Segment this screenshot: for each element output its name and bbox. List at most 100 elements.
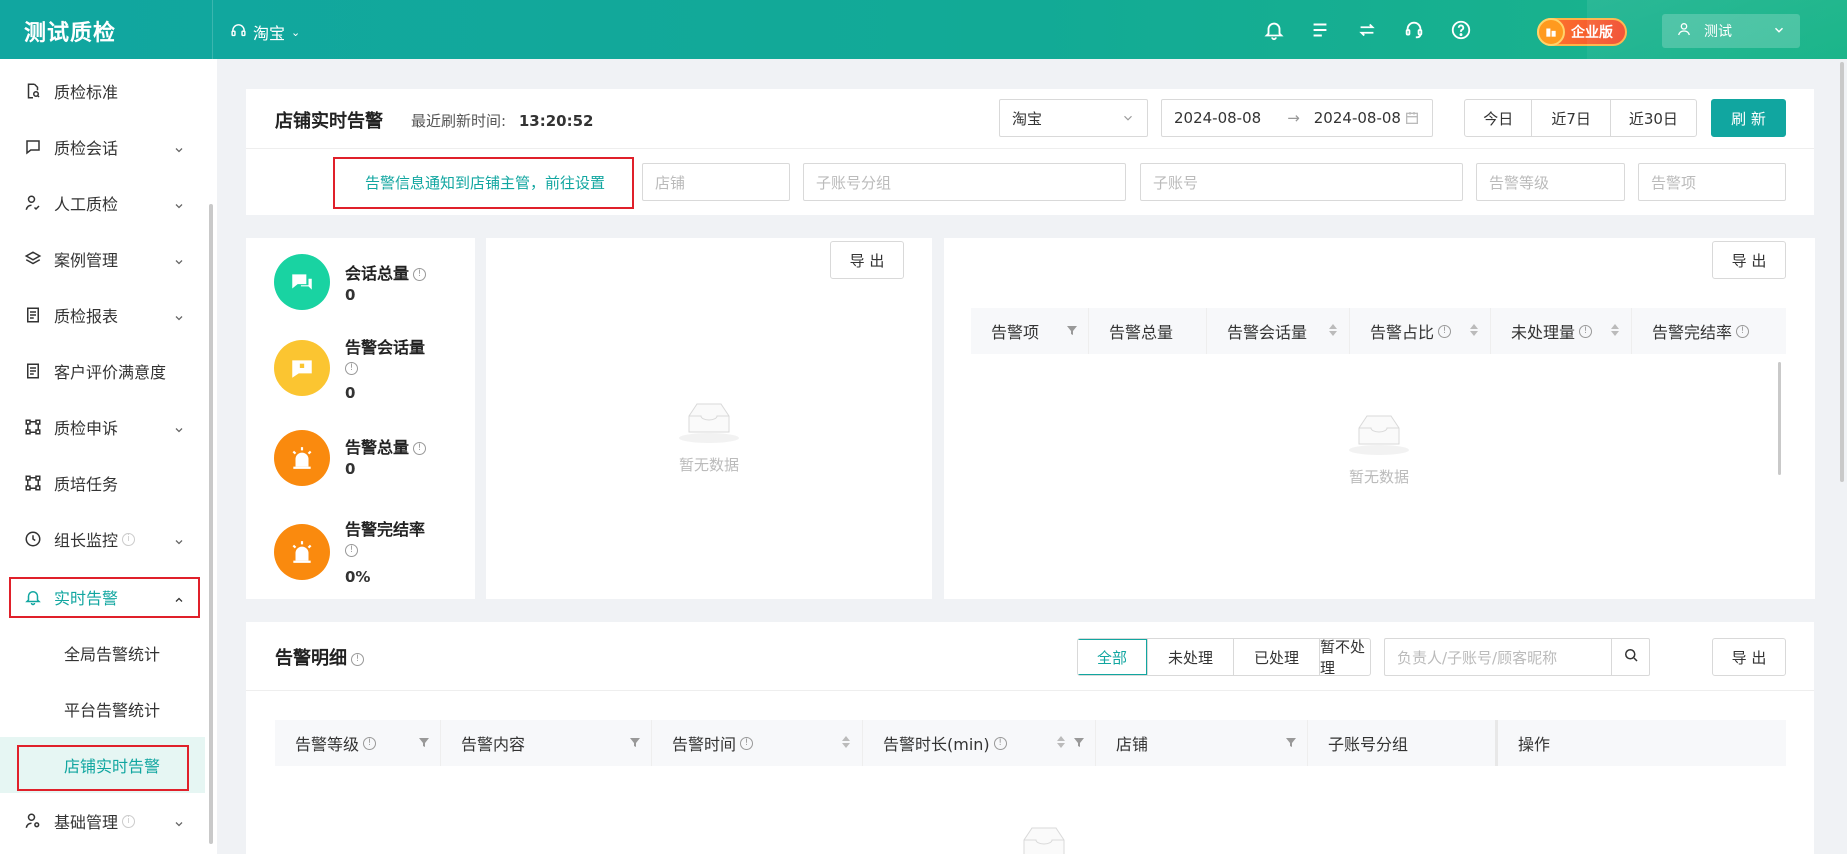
- date-start: 2024-08-08: [1174, 109, 1262, 127]
- info-icon: !: [351, 652, 364, 666]
- switch-icon[interactable]: [1356, 19, 1378, 41]
- sidebar-item-appeal[interactable]: 质检申诉: [0, 399, 205, 455]
- col-label: 子账号分组: [1328, 735, 1409, 754]
- sidebar-sub-global-alert[interactable]: 全局告警统计: [0, 625, 205, 681]
- col-label: 告警会话量: [1227, 323, 1308, 342]
- user-icon: [1676, 21, 1692, 41]
- notice-settings-link[interactable]: 告警信息通知到店铺主管，前往设置: [365, 172, 605, 193]
- table-scrollbar[interactable]: [1778, 362, 1781, 475]
- info-icon: !: [345, 358, 358, 377]
- detail-search-input[interactable]: 负责人/子账号/顾客昵称: [1384, 638, 1612, 676]
- summary-table-header: 告警项 告警总量 告警会话量 告警占比! 未处理量! 告警完结率!: [971, 308, 1786, 354]
- col-alert-ratio[interactable]: 告警占比!: [1350, 308, 1491, 354]
- nodes-icon: [24, 474, 42, 492]
- tab-handled[interactable]: 已处理: [1233, 639, 1319, 675]
- sidebar-item-basic-mgmt[interactable]: 基础管理 i: [0, 793, 205, 849]
- info-icon: !: [1438, 324, 1452, 338]
- search-icon: [1622, 646, 1640, 668]
- sidebar-item-qc-report[interactable]: 质检报表: [0, 287, 205, 343]
- info-icon: i: [122, 532, 136, 546]
- filter-icon[interactable]: [418, 735, 430, 749]
- tab-deferred[interactable]: 暂不处理: [1319, 639, 1370, 675]
- sidebar-item-label: 质检标准: [54, 83, 119, 102]
- app-title: 测试质检: [24, 21, 117, 46]
- sub-account-input[interactable]: 子账号: [1140, 163, 1463, 201]
- col-alert-level[interactable]: 告警等级!: [275, 720, 441, 766]
- sort-icon[interactable]: [1609, 323, 1621, 337]
- refresh-button[interactable]: 刷 新: [1711, 99, 1786, 137]
- chat-stat-icon: [274, 254, 330, 310]
- sidebar-sub-platform-alert[interactable]: 平台告警统计: [0, 681, 205, 737]
- col-alert-item[interactable]: 告警项: [971, 308, 1089, 354]
- alert-level-select[interactable]: 告警等级: [1476, 163, 1625, 201]
- col-alert-sessions[interactable]: 告警会话量: [1207, 308, 1350, 354]
- col-alert-total: 告警总量: [1089, 308, 1207, 354]
- chart-panel: 导 出 暂无数据: [486, 238, 932, 599]
- alert-item-select[interactable]: 告警项: [1638, 163, 1786, 201]
- sidebar-item-label: 质检申诉: [54, 419, 119, 438]
- range-7d-button[interactable]: 近7日: [1531, 100, 1609, 136]
- col-label: 告警完结率: [1652, 323, 1733, 342]
- col-label: 告警项: [991, 323, 1040, 342]
- sort-icon[interactable]: [1327, 323, 1339, 337]
- top-bar: 测试质检 淘宝 ⌄ 企业版 测试: [0, 0, 1847, 59]
- sidebar-sub-shop-alert[interactable]: 店铺实时告警: [0, 737, 205, 793]
- summary-export-button[interactable]: 导 出: [1712, 241, 1786, 279]
- col-unhandled[interactable]: 未处理量!: [1491, 308, 1632, 354]
- sidebar-item-qc-session[interactable]: 质检会话: [0, 119, 205, 175]
- filter-icon[interactable]: [1285, 735, 1297, 749]
- page-scrollbar[interactable]: [1840, 62, 1844, 482]
- empty-box-icon: [1349, 415, 1409, 455]
- filter-icon[interactable]: [1066, 323, 1078, 337]
- platform-switcher[interactable]: 淘宝 ⌄: [230, 20, 300, 44]
- quick-range-group: 今日 近7日 近30日: [1464, 99, 1697, 137]
- sidebar-item-training[interactable]: 质培任务: [0, 455, 205, 511]
- sort-filter-icon[interactable]: [1055, 735, 1085, 749]
- enterprise-icon: [1537, 18, 1565, 46]
- col-alert-content[interactable]: 告警内容: [441, 720, 652, 766]
- enterprise-badge: 企业版: [1537, 18, 1627, 46]
- col-label: 告警占比: [1370, 323, 1435, 342]
- stat-value: 0: [345, 286, 356, 304]
- col-shop[interactable]: 店铺: [1096, 720, 1308, 766]
- detail-export-button[interactable]: 导 出: [1712, 638, 1786, 676]
- col-label: 店铺: [1116, 735, 1149, 754]
- list-icon[interactable]: [1309, 19, 1331, 41]
- search-button[interactable]: [1611, 638, 1650, 676]
- sort-icon[interactable]: [840, 735, 852, 749]
- col-alert-duration[interactable]: 告警时长(min)!: [863, 720, 1096, 766]
- tab-all[interactable]: 全部: [1078, 639, 1147, 675]
- sidebar-scrollbar[interactable]: [209, 204, 213, 844]
- range-30d-button[interactable]: 近30日: [1609, 100, 1696, 136]
- filter-icon[interactable]: [629, 735, 641, 749]
- stats-panel: 会话总量! 0 告警会话量 ! 0 告警总量! 0 告警完结率 ! 0%: [246, 238, 475, 599]
- empty-state: [994, 822, 1094, 854]
- bell-icon[interactable]: [1263, 19, 1285, 41]
- sidebar-item-realtime-alert[interactable]: 实时告警: [0, 569, 205, 625]
- sidebar-item-qc-standard[interactable]: 质检标准: [0, 63, 205, 119]
- info-icon: !: [1736, 324, 1750, 338]
- empty-state: 暂无数据: [659, 398, 759, 475]
- col-alert-time[interactable]: 告警时间!: [652, 720, 863, 766]
- support-icon[interactable]: [1403, 19, 1425, 41]
- sidebar-item-manual-qc[interactable]: 人工质检: [0, 175, 205, 231]
- refresh-time: 13:20:52: [518, 112, 594, 130]
- user-menu[interactable]: 测试: [1662, 14, 1800, 48]
- shop-input[interactable]: 店铺: [642, 163, 790, 201]
- col-sub-group: 子账号分组: [1308, 720, 1498, 766]
- nodes-icon: [24, 418, 42, 436]
- empty-text: 暂无数据: [1348, 468, 1409, 486]
- doc-search-icon: [24, 82, 42, 100]
- sidebar-item-label: 客户评价满意度: [54, 363, 167, 382]
- sort-icon[interactable]: [1468, 323, 1480, 337]
- date-range-picker[interactable]: 2024-08-08 → 2024-08-08: [1161, 99, 1433, 137]
- sidebar-item-satisfaction[interactable]: 客户评价满意度: [0, 343, 205, 399]
- platform-select[interactable]: 淘宝: [999, 99, 1148, 137]
- range-today-button[interactable]: 今日: [1465, 100, 1531, 136]
- sidebar-item-case-mgmt[interactable]: 案例管理: [0, 231, 205, 287]
- sidebar-item-leader-monitor[interactable]: 组长监控 i: [0, 511, 205, 567]
- tab-unhandled[interactable]: 未处理: [1147, 639, 1233, 675]
- chart-export-button[interactable]: 导 出: [830, 241, 904, 279]
- help-icon[interactable]: [1450, 19, 1472, 41]
- sub-group-input[interactable]: 子账号分组: [803, 163, 1126, 201]
